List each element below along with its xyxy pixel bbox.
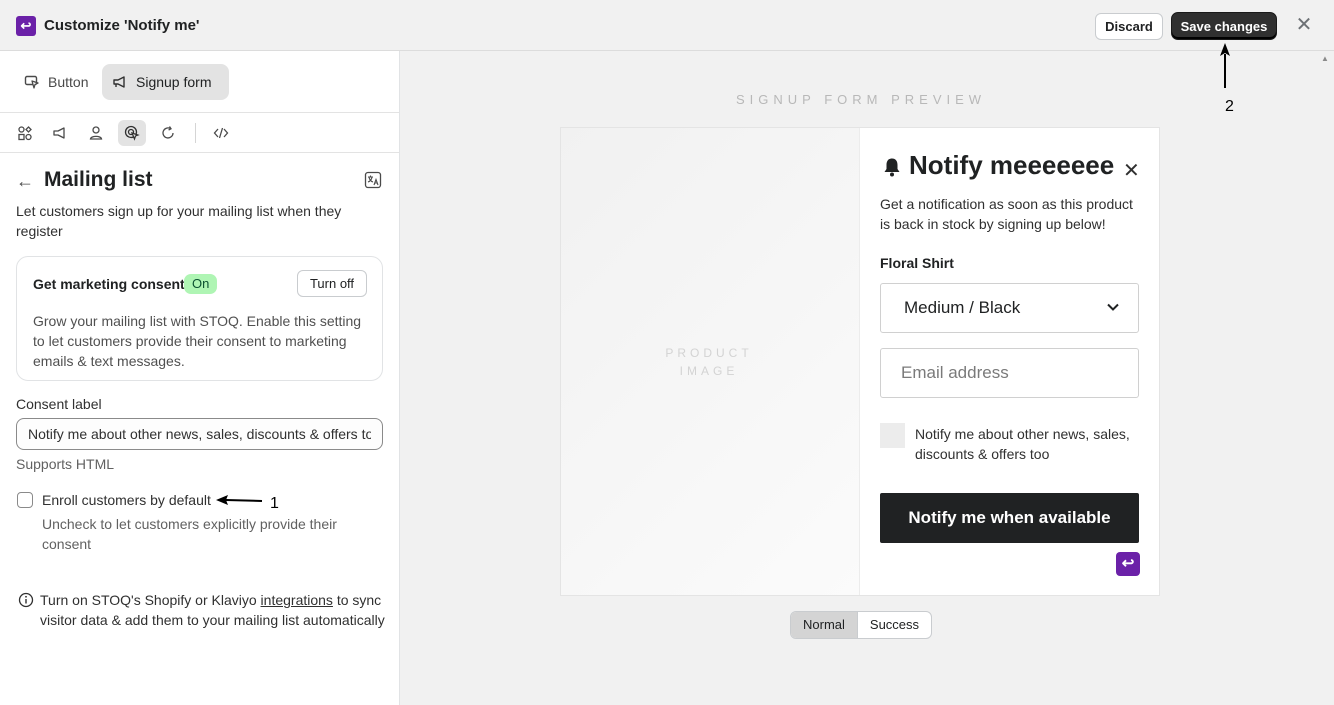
consent-label-help: Supports HTML	[16, 456, 115, 472]
turn-off-button[interactable]: Turn off	[297, 270, 367, 297]
variant-select-value: Medium / Black	[904, 298, 1021, 317]
code-icon[interactable]	[207, 120, 235, 146]
annotation-label-1: 1	[270, 495, 279, 512]
icon-bar-divider	[195, 123, 196, 143]
annotation-arrow-left-icon	[216, 495, 263, 505]
refresh-icon[interactable]	[154, 120, 182, 146]
enroll-checkbox-label[interactable]: Enroll customers by default	[42, 492, 211, 508]
info-text-start: Turn on STOQ's Shopify or Klaviyo	[40, 592, 261, 608]
person-icon[interactable]	[82, 120, 110, 146]
save-changes-button[interactable]: Save changes	[1171, 12, 1277, 40]
section-description: Let customers sign up for your mailing l…	[16, 203, 342, 239]
integrations-info: Turn on STOQ's Shopify or Klaviyo integr…	[40, 590, 385, 630]
app-logo-icon: ↩	[16, 16, 36, 36]
enroll-checkbox[interactable]	[17, 492, 33, 508]
form-title: Notify meeeeeee	[909, 150, 1115, 180]
close-icon[interactable]: ✕	[1294, 15, 1314, 35]
consent-card-title: Get marketing consent	[33, 276, 185, 292]
product-image-text-line2: IMAGE	[679, 364, 739, 378]
settings-panel: Button Signup form ← Mailing list Let cu…	[0, 51, 400, 705]
page-title: Customize 'Notify me'	[44, 17, 200, 34]
state-normal-button[interactable]: Normal	[791, 612, 858, 638]
annotation-label-2: 2	[1225, 98, 1234, 115]
bell-icon	[884, 158, 900, 177]
components-icon[interactable]	[11, 120, 39, 146]
form-close-icon[interactable]: ✕	[1123, 158, 1140, 183]
scroll-up-icon[interactable]: ▲	[1321, 54, 1331, 64]
annotation-arrow-up-icon	[1220, 43, 1230, 88]
cursor-click-icon	[24, 75, 39, 89]
megaphone-icon[interactable]	[46, 120, 74, 146]
tabs-row: Button Signup form	[0, 51, 399, 113]
consent-label-title: Consent label	[16, 396, 102, 412]
brand-logo-icon[interactable]: ↩	[1116, 552, 1140, 576]
section-title: Mailing list	[44, 168, 153, 191]
discard-button[interactable]: Discard	[1095, 13, 1163, 40]
product-image-text-line1: PRODUCT	[665, 346, 753, 360]
tab-signup-form[interactable]: Signup form	[102, 64, 229, 100]
marketing-consent-label: Notify me about other news, sales, disco…	[915, 426, 1130, 462]
tab-button[interactable]: Button	[14, 64, 98, 100]
product-image-placeholder: PRODUCT IMAGE	[561, 128, 860, 595]
status-badge: On	[184, 274, 218, 294]
megaphone-icon	[113, 76, 125, 88]
integrations-link[interactable]: integrations	[261, 592, 333, 608]
product-image-text: PRODUCT IMAGE	[561, 344, 857, 380]
preview-title: SIGNUP FORM PREVIEW	[736, 92, 987, 107]
preview-state-toggle: Normal Success	[790, 611, 933, 639]
notify-me-button[interactable]: Notify me when available	[880, 493, 1139, 543]
enroll-checkbox-help: Uncheck to let customers explicitly prov…	[42, 516, 337, 552]
form-description: Get a notification as soon as this produ…	[880, 196, 1133, 232]
back-arrow-icon[interactable]: ←	[16, 171, 34, 192]
signup-form-preview: PRODUCT IMAGE Notify meeeeeee ✕ Get a no…	[560, 127, 1160, 596]
marketing-consent-checkbox[interactable]	[880, 423, 905, 448]
info-icon	[18, 592, 34, 608]
consent-label-input[interactable]	[16, 418, 383, 450]
tab-button-label: Button	[48, 74, 89, 90]
variant-select[interactable]: Medium / Black	[880, 283, 1139, 333]
section-icon-bar	[0, 113, 399, 153]
email-field[interactable]	[880, 348, 1139, 398]
top-bar: ↩ Customize 'Notify me' Discard Save cha…	[0, 0, 1334, 51]
target-cursor-icon[interactable]	[118, 120, 146, 146]
marketing-consent-card: Get marketing consent On Turn off Grow y…	[16, 256, 383, 381]
tab-signup-form-label: Signup form	[136, 74, 212, 90]
state-success-button[interactable]: Success	[858, 612, 931, 638]
consent-card-body: Grow your mailing list with STOQ. Enable…	[33, 313, 362, 369]
chevron-down-icon	[1107, 303, 1119, 311]
product-name: Floral Shirt	[880, 255, 954, 271]
translate-icon[interactable]	[364, 171, 382, 189]
